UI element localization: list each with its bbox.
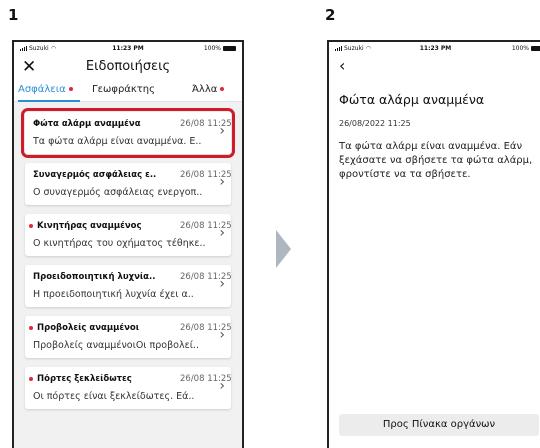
status-bar: Suzuki ◠ 11:23 PM 100% [329,42,540,56]
notification-preview: Προβολείς αναμμένοιΟι προβολεί.. [33,340,199,351]
tab-label: Άλλα [192,84,218,95]
notification-card[interactable]: Προβολείς αναμμένοι 26/08 11:25 Προβολεί… [25,316,232,358]
unread-dot-icon [29,377,33,381]
notifications-header: ✕ Ειδοποιήσεις [14,56,242,80]
notification-preview: Οι πόρτες είναι ξεκλείδωτες. Εά.. [33,391,195,402]
notification-list: Φώτα αλάρμ αναμμένα 26/08 11:25 Τα φώτα … [14,102,242,448]
battery-info: 100% [512,45,540,52]
chevron-right-icon: › [219,378,225,394]
notification-title: Συναγερμός ασφάλειας ε.. [33,170,157,180]
tab-label: Γεωφράκτης [92,84,156,95]
tab-label: Ασφάλεια [18,84,66,95]
tab-geofence[interactable]: Γεωφράκτης [92,84,155,95]
chevron-right-icon: › [219,225,225,241]
unread-dot-icon [29,326,33,330]
battery-percent: 100% [203,45,221,52]
unread-dot-icon [68,87,73,91]
flow-arrow-icon [276,230,291,268]
notification-detail-body: Τα φώτα αλάρμ είναι αναμμένα. Εάν ξεχάσα… [339,141,533,180]
chevron-left-icon: ‹ [339,56,346,75]
back-button[interactable]: ‹ [329,56,540,76]
close-icon[interactable]: ✕ [22,57,36,77]
battery-percent: 100% [511,45,529,52]
battery-icon [531,46,540,51]
phone-screen-notifications: Suzuki ◠ 11:23 PM 100% ✕ Ειδοποιήσεις Ασ… [12,40,244,448]
unread-dot-icon [220,87,225,91]
notification-card[interactable]: Κινητήρας αναμμένος 26/08 11:25 Ο κινητή… [25,214,232,256]
notification-preview: Ο συναγερμός ασφάλειας ενεργοπ.. [33,187,203,198]
status-time: 11:23 PM [419,45,452,52]
battery-info: 100% [204,45,236,52]
notification-title: Κινητήρας αναμμένος [37,221,142,231]
status-bar: Suzuki ◠ 11:23 PM 100% [14,42,242,56]
notification-preview: Η προειδοποιητική λυχνία έχει α.. [33,289,194,300]
notification-preview: Ο κινητήρας του οχήματος τέθηκε.. [33,238,206,249]
notification-card[interactable]: Συναγερμός ασφάλειας ε.. 26/08 11:25 Ο σ… [25,163,232,205]
notification-title: Φώτα αλάρμ αναμμένα [33,119,141,129]
chevron-right-icon: › [219,123,225,139]
notification-title: Πόρτες ξεκλείδωτες [37,374,132,384]
category-tabs: Ασφάλεια Γεωφράκτης Άλλα [14,80,242,102]
notification-card[interactable]: Προειδοποιητική λυχνία.. 26/08 11:25 Η π… [25,265,232,307]
notification-title: Προβολείς αναμμένοι [37,323,140,333]
notification-detail-date: 26/08/2022 11:25 [339,119,411,128]
tab-security[interactable]: Ασφάλεια [18,84,73,95]
chevron-right-icon: › [219,327,225,343]
chevron-right-icon: › [219,174,225,190]
battery-icon [223,46,236,51]
phone-screen-notification-detail: Suzuki ◠ 11:23 PM 100% ‹ Φώτα αλάρμ αναμ… [327,40,540,448]
notification-title: Προειδοποιητική λυχνία.. [33,272,156,282]
notification-card[interactable]: Φώτα αλάρμ αναμμένα 26/08 11:25 Τα φώτα … [21,108,235,158]
chevron-right-icon: › [219,276,225,292]
page-title: Ειδοποιήσεις [85,59,171,74]
step-number-1: 1 [8,6,19,24]
tab-other[interactable]: Άλλα [192,84,225,95]
go-to-dashboard-button[interactable]: Προς Πίνακα οργάνων [339,414,539,436]
unread-dot-icon [29,224,33,228]
notification-card[interactable]: Πόρτες ξεκλείδωτες 26/08 11:25 Οι πόρτες… [25,367,232,409]
notification-detail-title: Φώτα αλάρμ αναμμένα [339,92,485,107]
notification-preview: Τα φώτα αλάρμ είναι αναμμένα. Ε.. [33,136,202,147]
step-number-2: 2 [325,6,336,24]
